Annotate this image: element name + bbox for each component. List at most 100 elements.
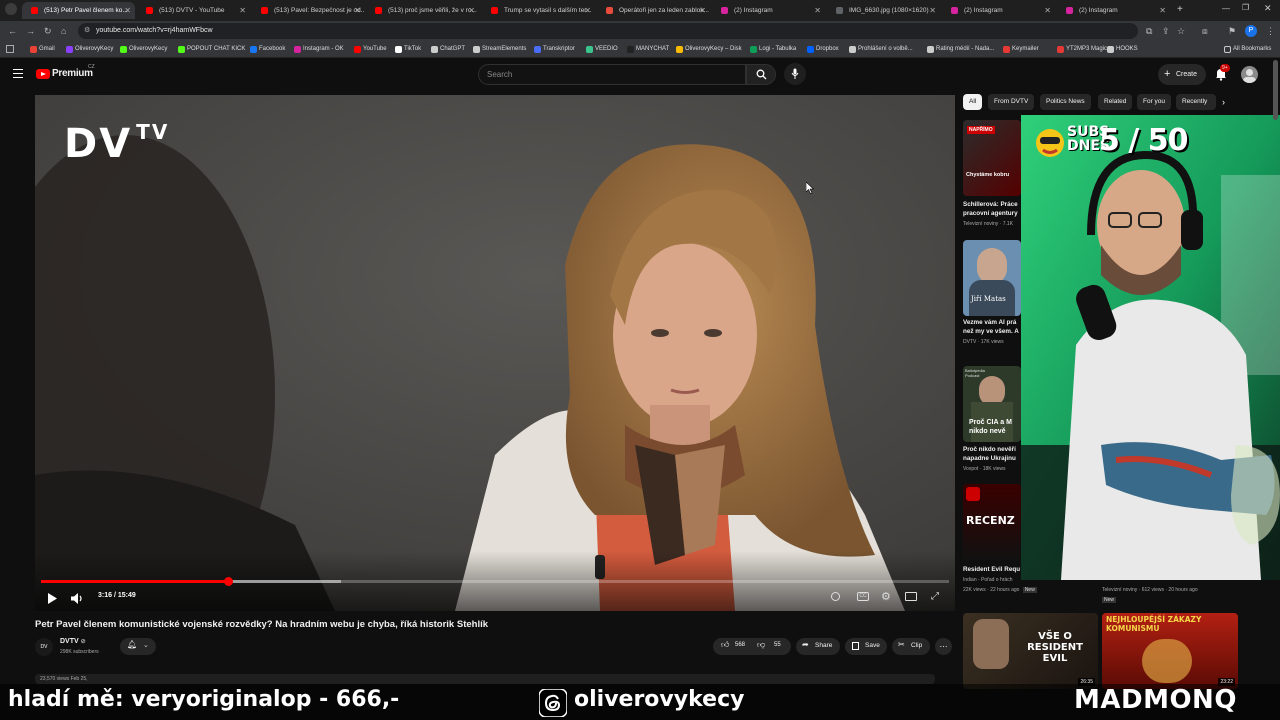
hamburger-menu-icon[interactable]: [13, 69, 23, 78]
rec-title-2a[interactable]: Vezme vám AI prá: [963, 318, 1023, 327]
bookmark-4[interactable]: POPOUT CHAT KICK: [178, 41, 245, 58]
search-button[interactable]: [746, 64, 776, 85]
page-scrollbar[interactable]: [1273, 60, 1278, 120]
url-field[interactable]: ⚙ youtube.com/watch?v=rj4hamWFbcw: [78, 23, 1138, 39]
chrome-menu-icon[interactable]: ⋮: [1266, 24, 1275, 38]
filter-chip[interactable]: Politics News: [1040, 94, 1091, 110]
rec-thumbnail-6[interactable]: VŠE O RESIDENT EVIL 26:35: [963, 613, 1098, 689]
volume-button[interactable]: [71, 591, 84, 609]
tab-close-icon[interactable]: ✕: [1159, 2, 1166, 19]
bookmark-11[interactable]: Transkriptor: [534, 41, 575, 58]
miniplayer-icon[interactable]: [905, 592, 917, 601]
account-avatar[interactable]: [1241, 66, 1258, 83]
bookmark-10[interactable]: StreamElements: [473, 41, 526, 58]
share-page-icon[interactable]: ⇪: [1162, 24, 1170, 38]
bookmark-6[interactable]: Instagram - OK: [294, 41, 344, 58]
bookmark-8[interactable]: TikTok: [395, 41, 421, 58]
tab-close-icon[interactable]: ✕: [699, 2, 706, 19]
bookmark-18[interactable]: Rating médií - Nada...: [927, 41, 994, 58]
subtitles-icon[interactable]: CC: [857, 592, 869, 601]
filter-chip[interactable]: Related: [1098, 94, 1133, 110]
extension-icon[interactable]: ⚑: [1228, 24, 1236, 38]
rec-title-2b[interactable]: než my ve všem. A: [963, 327, 1023, 336]
bookmark-14[interactable]: OliverovyKecy – Disk: [676, 41, 742, 58]
settings-gear-icon[interactable]: ⚙: [881, 590, 891, 603]
minimize-icon[interactable]: —: [1222, 4, 1230, 13]
rec-title-4a[interactable]: Resident Evil Requ: [963, 565, 1023, 574]
apps-icon[interactable]: [6, 45, 14, 53]
browser-tab-7[interactable]: (2) Instagram ✕: [712, 2, 825, 19]
notifications-button[interactable]: 9+: [1215, 64, 1230, 86]
browser-tab-9[interactable]: (2) Instagram ✕: [942, 2, 1055, 19]
bookmark-2[interactable]: OliverovyKecy: [66, 41, 113, 58]
bookmark-20[interactable]: YT2MP3 Magic: [1057, 41, 1107, 58]
tab-close-icon[interactable]: ✕: [814, 2, 821, 19]
filter-chip[interactable]: For you: [1137, 94, 1172, 110]
progress-track[interactable]: [41, 577, 949, 586]
tab-close-icon[interactable]: ✕: [929, 2, 936, 19]
rec-thumbnail-2[interactable]: Jiří Matas: [963, 240, 1021, 316]
play-button[interactable]: [47, 591, 57, 609]
autoplay-toggle-icon[interactable]: [831, 592, 840, 601]
bookmark-19[interactable]: Keymailer: [1003, 41, 1039, 58]
rec-thumbnail-7[interactable]: NEJHLOUPĚJŠÍ ZÁKAZY KOMUNISMU 23:22: [1102, 613, 1238, 689]
more-actions-icon[interactable]: ⋯: [935, 638, 952, 655]
voice-search-button[interactable]: [784, 63, 806, 85]
create-button[interactable]: + Create: [1158, 64, 1206, 85]
bookmark-star-icon[interactable]: ☆: [1177, 24, 1185, 38]
tab-close-icon[interactable]: ✕: [354, 2, 361, 19]
progress-scrubber[interactable]: [224, 577, 234, 586]
tab-close-icon[interactable]: ✕: [584, 2, 591, 19]
bookmark-5[interactable]: Facebook: [250, 41, 285, 58]
rec-title-1a[interactable]: Schillerová: Práce: [963, 200, 1023, 209]
rec-thumbnail-1[interactable]: NAPŘÍMO Chystáme kobru: [963, 120, 1021, 196]
bookmark-3[interactable]: OliverovyKecy: [120, 41, 167, 58]
reload-icon[interactable]: ↻: [44, 24, 52, 38]
channel-name[interactable]: DVTV ⊘: [60, 638, 86, 645]
bookmark-1[interactable]: Gmail: [30, 41, 55, 58]
browser-tab-5[interactable]: Trump se vytasil s dalším ter... ✕: [482, 2, 595, 19]
filter-chip[interactable]: From DVTV: [988, 94, 1035, 110]
home-icon[interactable]: ⌂: [61, 24, 66, 38]
tab-close-icon[interactable]: ✕: [1044, 2, 1051, 19]
forward-icon[interactable]: →: [26, 24, 35, 38]
new-tab-icon[interactable]: +: [1177, 4, 1183, 15]
thumbs-down-icon[interactable]: 👎︎: [757, 640, 765, 650]
all-bookmarks[interactable]: All Bookmarks: [1224, 41, 1271, 58]
channel-avatar[interactable]: DV: [35, 638, 53, 656]
extensions-icon[interactable]: ⧈: [1202, 24, 1208, 38]
filter-chip[interactable]: All: [963, 94, 983, 110]
video-player[interactable]: DV TV 3:16 / 15:49 CC ⚙ ⤢: [35, 95, 955, 611]
maximize-icon[interactable]: ❐: [1242, 3, 1249, 12]
rec-title-1b[interactable]: pracovní agentury: [963, 209, 1023, 218]
bookmark-21[interactable]: HOOKS: [1107, 41, 1138, 58]
description-box[interactable]: 23,570 views Feb 25,: [35, 674, 935, 684]
fullscreen-icon[interactable]: ⤢: [931, 591, 939, 602]
search-input[interactable]: Search: [478, 64, 746, 85]
bookmark-17[interactable]: Prohlášení o volbě...: [849, 41, 913, 58]
site-info-icon[interactable]: ⚙: [84, 23, 90, 39]
tab-close-icon[interactable]: ✕: [468, 2, 475, 19]
thumbs-up-icon[interactable]: 👍︎: [721, 640, 729, 650]
bookmark-9[interactable]: ChatGPT: [431, 41, 465, 58]
filter-chip[interactable]: Recently: [1176, 94, 1216, 110]
back-icon[interactable]: ←: [8, 24, 17, 38]
bookmark-16[interactable]: Dropbox: [807, 41, 839, 58]
chips-next-icon[interactable]: ›: [1222, 97, 1225, 107]
browser-tab-6[interactable]: Operátoři jen za leden zablok... ✕: [597, 2, 710, 19]
rec-thumbnail-4[interactable]: RECENZ: [963, 484, 1021, 560]
tab-search-icon[interactable]: [5, 3, 17, 15]
browser-tab-4[interactable]: (513) proč jsme věřili, že v ro... ✕: [366, 2, 479, 19]
browser-tab-1[interactable]: (513) Petr Pavel členem ko... ✕: [22, 2, 135, 19]
browser-tab-2[interactable]: (513) DVTV - YouTube ✕: [137, 2, 250, 19]
rec-title-3b[interactable]: napadne Ukrajinu: [963, 454, 1023, 463]
tab-close-icon[interactable]: ✕: [239, 2, 246, 19]
bookmark-12[interactable]: VEEDIO: [586, 41, 618, 58]
browser-tab-10[interactable]: (2) Instagram ✕: [1057, 2, 1170, 19]
tab-close-icon[interactable]: ✕: [124, 2, 131, 19]
browser-tab-8[interactable]: IMG_6630.jpg (1080×1620) ✕: [827, 2, 940, 19]
share-button[interactable]: ➦ Share: [796, 638, 840, 655]
rec-title-3a[interactable]: Proč nikdo nevěří: [963, 445, 1023, 454]
bookmark-15[interactable]: Logi - Tabulka: [750, 41, 796, 58]
rec-thumbnail-3[interactable]: Ballotpedia Podcast Proč CIA a M nikdo n…: [963, 366, 1021, 442]
